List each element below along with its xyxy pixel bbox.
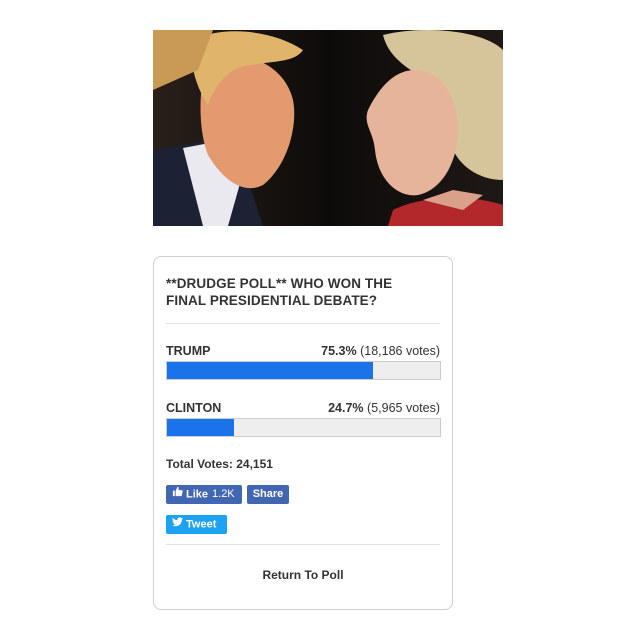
option-stats: 24.7% (5,965 votes) bbox=[328, 401, 440, 415]
option-name: TRUMP bbox=[166, 344, 211, 358]
result-bar-trump bbox=[166, 361, 441, 380]
poll-title: **DRUDGE POLL** WHO WON THE FINAL PRESID… bbox=[166, 276, 393, 308]
option-percent: 24.7% bbox=[328, 401, 364, 415]
result-bar-clinton bbox=[166, 418, 441, 437]
poll-option-trump: TRUMP 75.3% (18,186 votes) bbox=[166, 344, 440, 362]
tweet-button[interactable]: Tweet bbox=[166, 515, 227, 534]
twitter-bird-icon bbox=[172, 515, 183, 534]
like-label: Like bbox=[186, 488, 209, 501]
option-name: CLINTON bbox=[166, 401, 222, 415]
option-percent: 75.3% bbox=[321, 344, 357, 358]
return-to-poll-link[interactable]: Return To Poll bbox=[154, 568, 452, 582]
option-votes: (18,186 votes) bbox=[360, 344, 440, 358]
option-stats: 75.3% (18,186 votes) bbox=[321, 344, 440, 358]
footer-divider bbox=[166, 544, 440, 545]
option-votes: (5,965 votes) bbox=[367, 401, 440, 415]
poll-results-card: **DRUDGE POLL** WHO WON THE FINAL PRESID… bbox=[153, 256, 453, 610]
like-count: 1.2K bbox=[212, 488, 235, 501]
result-bar-fill bbox=[167, 362, 373, 379]
debate-photo bbox=[153, 30, 503, 226]
facebook-like-button[interactable]: Like 1.2K bbox=[166, 485, 242, 504]
result-bar-fill bbox=[167, 419, 235, 436]
debate-photo-illustration bbox=[153, 30, 503, 226]
poll-option-clinton: CLINTON 24.7% (5,965 votes) bbox=[166, 401, 440, 419]
title-divider bbox=[166, 323, 440, 324]
facebook-share-button[interactable]: Share bbox=[247, 485, 289, 504]
tweet-label: Tweet bbox=[186, 518, 217, 531]
thumbs-up-icon bbox=[172, 485, 183, 504]
total-votes: Total Votes: 24,151 bbox=[166, 457, 273, 471]
